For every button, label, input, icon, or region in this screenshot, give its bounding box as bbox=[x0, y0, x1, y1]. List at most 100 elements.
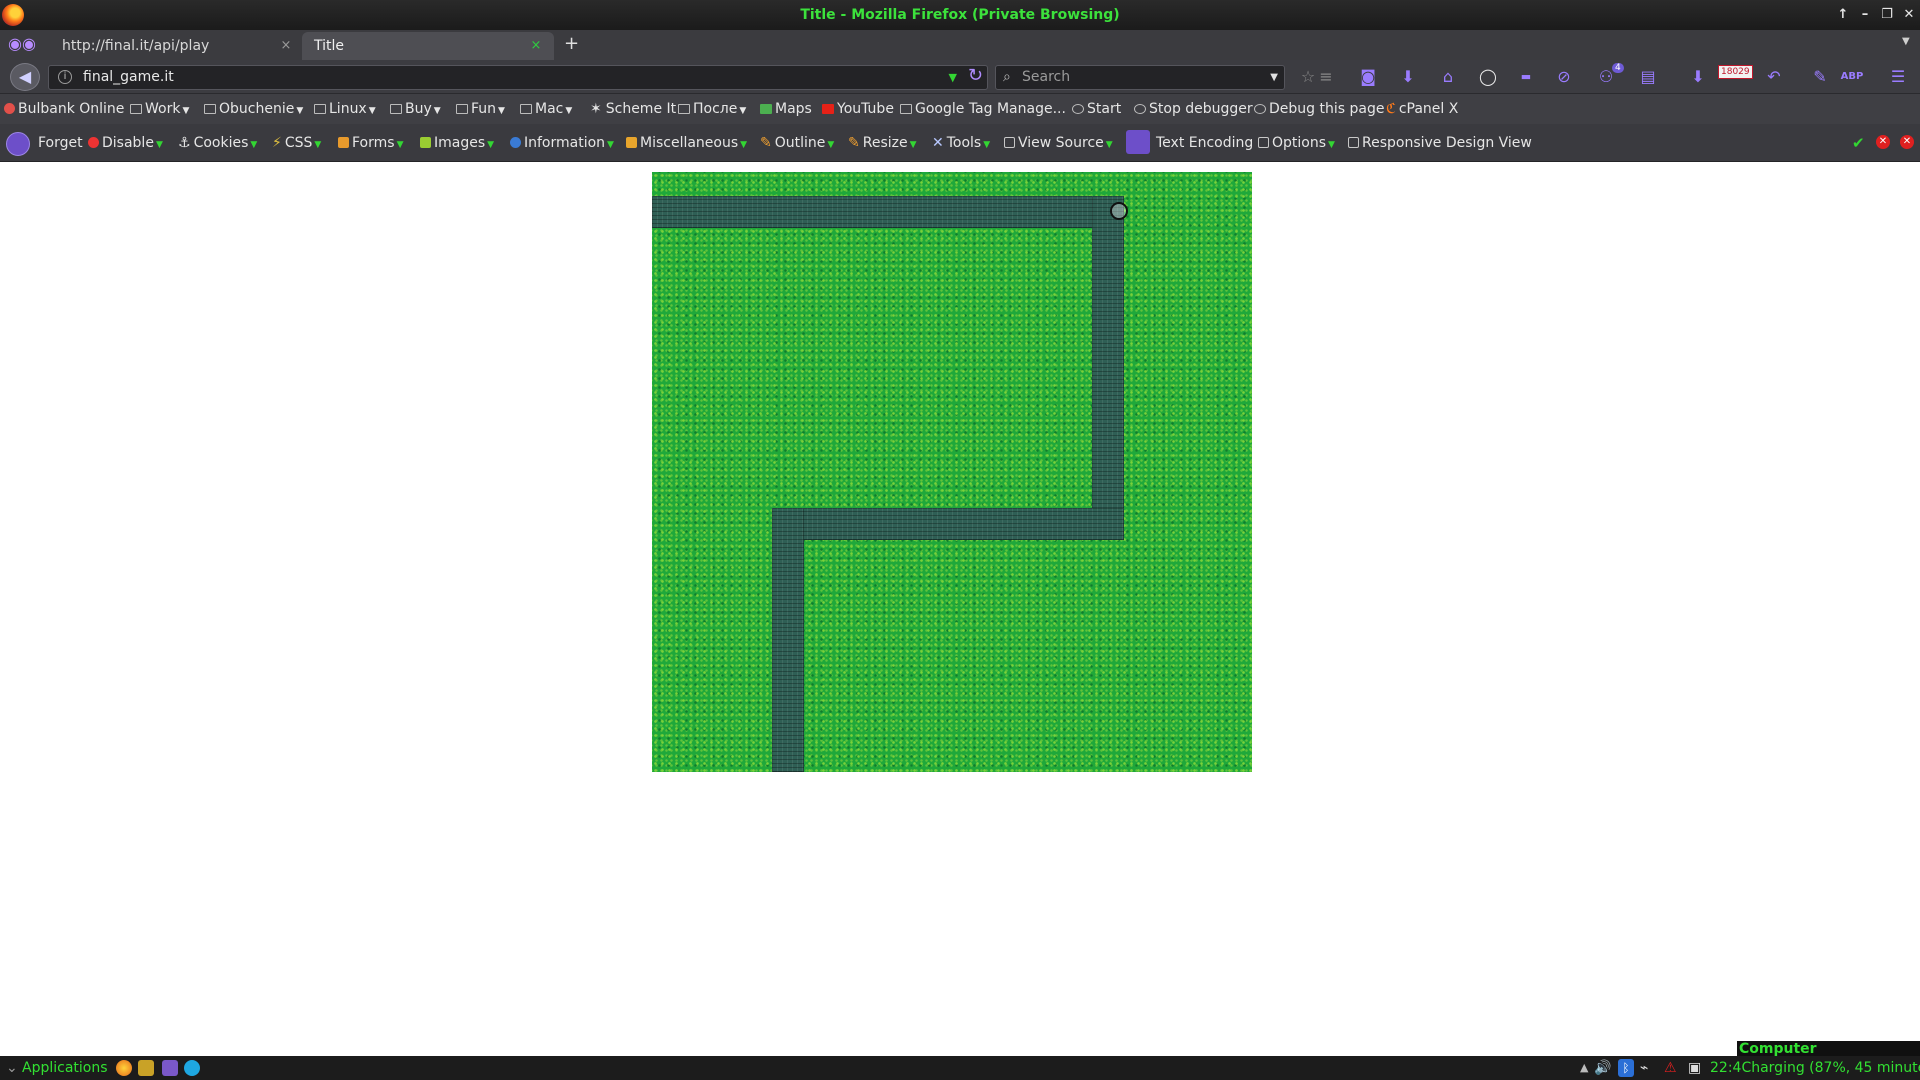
private-mask-icon: ◉◉ bbox=[8, 34, 36, 53]
bluetooth-icon[interactable]: ᛒ bbox=[1618, 1059, 1634, 1077]
bookmark-folder-fun[interactable]: Fun ▼ bbox=[456, 94, 505, 124]
bookmark-debug-this-page[interactable]: Debug this page bbox=[1254, 94, 1384, 124]
bookmark-folder-buy[interactable]: Buy ▼ bbox=[390, 94, 441, 124]
reload-icon[interactable]: ↻ bbox=[968, 64, 983, 87]
webdev-css-menu[interactable]: ⚡ CSS ▼ bbox=[272, 124, 321, 162]
bookmark-folder-linux[interactable]: Linux ▼ bbox=[314, 94, 376, 124]
close-window-icon[interactable]: ✕ bbox=[1898, 0, 1920, 30]
bookmark-folder-mac[interactable]: Mac ▼ bbox=[520, 94, 572, 124]
files-taskbar-icon[interactable] bbox=[138, 1060, 154, 1076]
encoding-icon bbox=[1126, 130, 1150, 154]
folder-icon bbox=[390, 104, 402, 114]
bookmark-bulbank-online[interactable]: Bulbank Online bbox=[4, 94, 124, 124]
bookmark-folder-work[interactable]: Work ▼ bbox=[130, 94, 189, 124]
toolbar-close-icon[interactable]: ✕ bbox=[1900, 135, 1914, 149]
tab-list-chevron-down-icon[interactable]: ▼ bbox=[1902, 36, 1910, 47]
webdev-text-encoding[interactable]: Text Encoding bbox=[1126, 124, 1253, 162]
window-titlebar: Title - Mozilla Firefox (Private Browsin… bbox=[0, 0, 1920, 30]
applications-menu[interactable]: Applications bbox=[22, 1056, 108, 1080]
tab-close-icon[interactable]: × bbox=[528, 32, 544, 60]
bookmark-youtube[interactable]: YouTube bbox=[822, 94, 894, 124]
error-close-icon[interactable]: ✕ bbox=[1876, 135, 1890, 149]
view-source-icon bbox=[1004, 137, 1015, 148]
webdev-options-menu[interactable]: Options ▼ bbox=[1258, 124, 1335, 162]
bookmark-google-tag-manager[interactable]: Google Tag Manage... bbox=[900, 94, 1066, 124]
chevron-down-icon: ▼ bbox=[565, 106, 573, 116]
chevron-down-icon: ▼ bbox=[487, 140, 495, 150]
tab-close-icon[interactable]: × bbox=[278, 32, 294, 60]
misc-icon bbox=[626, 137, 637, 148]
bookmark-maps[interactable]: Maps bbox=[760, 94, 812, 124]
webdev-responsive-design-view[interactable]: Responsive Design View bbox=[1348, 124, 1532, 162]
chat-icon[interactable]: ◯ bbox=[1476, 66, 1500, 88]
webdev-cookies-menu[interactable]: ⚓ Cookies ▼ bbox=[178, 124, 257, 162]
url-dropdown-icon[interactable]: ▼ bbox=[949, 66, 957, 89]
adblock-icon[interactable]: ABP bbox=[1840, 66, 1864, 88]
clipboard-icon[interactable]: ▤ bbox=[1636, 66, 1660, 88]
chevron-down-icon: ▼ bbox=[607, 140, 614, 150]
editor-taskbar-icon[interactable] bbox=[162, 1060, 178, 1076]
folder-icon bbox=[456, 104, 468, 114]
tab-title[interactable]: Title × bbox=[302, 32, 554, 60]
webdev-view-source-menu[interactable]: View Source ▼ bbox=[1004, 124, 1113, 162]
bookmark-scheme-it[interactable]: ✶ Scheme It bbox=[590, 94, 676, 124]
home-icon[interactable]: ⌂ bbox=[1436, 66, 1460, 88]
webdev-images-menu[interactable]: Images ▼ bbox=[420, 124, 494, 162]
bookmark-folder-obuchenie[interactable]: Obuchenie ▼ bbox=[204, 94, 303, 124]
disable-icon bbox=[88, 137, 99, 148]
reading-list-icon[interactable]: ≡ bbox=[1314, 66, 1338, 88]
pocket-icon[interactable]: ◙ bbox=[1356, 66, 1380, 88]
game-cursor-icon bbox=[1110, 202, 1128, 220]
new-tab-button[interactable]: + bbox=[564, 30, 579, 58]
pen-icon[interactable]: ✎ bbox=[1808, 66, 1832, 88]
search-engine-chevron-icon[interactable]: ▼ bbox=[1270, 66, 1278, 89]
webdev-forms-menu[interactable]: Forms ▼ bbox=[338, 124, 403, 162]
no-script-icon[interactable]: ⊘ bbox=[1552, 66, 1576, 88]
back-button[interactable]: ◀ bbox=[10, 63, 40, 91]
hide-icon[interactable]: ▬ bbox=[1514, 66, 1538, 88]
bookmark-folder-posle[interactable]: После ▼ bbox=[678, 94, 746, 124]
youtube-icon bbox=[822, 104, 834, 114]
skype-taskbar-icon[interactable] bbox=[184, 1060, 200, 1076]
search-icon: ⌕ bbox=[1003, 69, 1011, 85]
firefox-taskbar-icon[interactable] bbox=[116, 1060, 132, 1076]
bulbank-icon bbox=[4, 103, 15, 114]
webdev-tools-menu[interactable]: ✕ Tools ▼ bbox=[932, 124, 990, 162]
webdev-outline-menu[interactable]: ✎ Outline ▼ bbox=[760, 124, 834, 162]
search-bar[interactable]: ⌕ Search ▼ bbox=[995, 65, 1285, 90]
forms-icon bbox=[338, 137, 349, 148]
resize-icon: ✎ bbox=[848, 135, 860, 151]
info-icon[interactable]: i bbox=[58, 70, 72, 84]
maximize-icon[interactable]: ❐ bbox=[1876, 0, 1898, 30]
tray-expand-icon[interactable]: ▲ bbox=[1580, 1056, 1588, 1080]
network-icon[interactable]: ⌁ bbox=[1640, 1056, 1648, 1080]
game-canvas[interactable] bbox=[652, 172, 1252, 772]
warning-icon[interactable]: ⚠ bbox=[1664, 1056, 1677, 1080]
webdev-disable-menu[interactable]: Disable ▼ bbox=[88, 124, 163, 162]
applications-menu-icon: ⌄ bbox=[6, 1060, 18, 1076]
tab-play[interactable]: http://final.it/api/play × bbox=[50, 32, 298, 60]
window-up-icon[interactable]: ↑ bbox=[1832, 0, 1854, 30]
undo-icon[interactable]: ↶ bbox=[1762, 66, 1786, 88]
chevron-down-icon: ▼ bbox=[909, 140, 917, 150]
bookmark-start[interactable]: Start bbox=[1072, 94, 1121, 124]
webdev-information-menu[interactable]: Information ▼ bbox=[510, 124, 614, 162]
bookmark-cpanel-x[interactable]: ℭcPanel X bbox=[1386, 94, 1458, 124]
minimize-icon[interactable]: – bbox=[1854, 0, 1876, 30]
check-icon[interactable]: ✔ bbox=[1852, 134, 1865, 152]
globe-icon bbox=[1134, 104, 1146, 114]
counter-badge[interactable]: 18029 bbox=[1718, 65, 1753, 79]
webdev-resize-menu[interactable]: ✎ Resize ▼ bbox=[848, 124, 917, 162]
scheme-it-icon: ✶ bbox=[590, 101, 602, 117]
menu-icon[interactable]: ☰ bbox=[1886, 66, 1910, 88]
download-icon[interactable]: ⬇ bbox=[1396, 66, 1420, 88]
webdev-forget[interactable]: Forget bbox=[38, 124, 83, 162]
webdev-miscellaneous-menu[interactable]: Miscellaneous ▼ bbox=[626, 124, 747, 162]
webdev-logo-icon[interactable] bbox=[6, 132, 30, 156]
volume-icon[interactable]: 🔊 bbox=[1594, 1056, 1611, 1080]
download-arrow-icon[interactable]: ⬇ bbox=[1686, 66, 1710, 88]
url-bar[interactable]: i final_game.it ▼ ↻ bbox=[48, 65, 988, 90]
search-placeholder: Search bbox=[1022, 69, 1071, 85]
battery-icon[interactable]: ▣ bbox=[1688, 1056, 1701, 1080]
bookmark-stop-debugger[interactable]: Stop debugger bbox=[1134, 94, 1253, 124]
